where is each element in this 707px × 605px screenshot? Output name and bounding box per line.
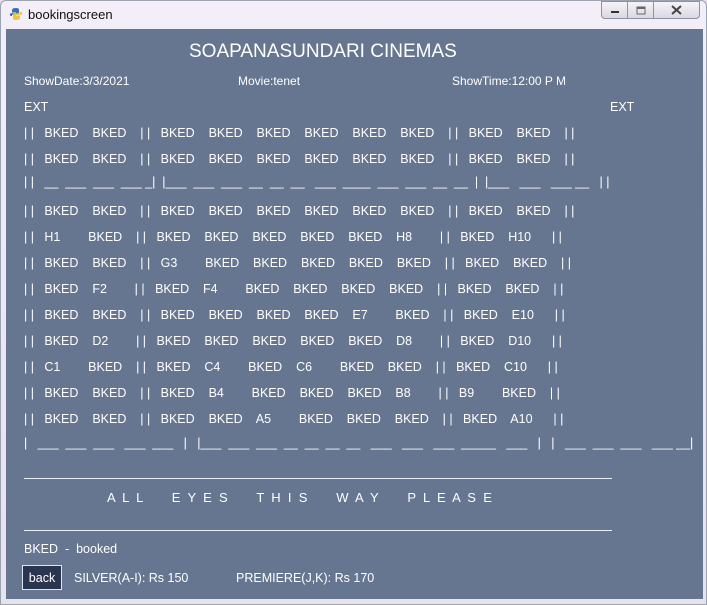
premiere-price: PREMIERE(J,K): Rs 170 [236, 571, 375, 585]
screen-divider-top [24, 478, 612, 479]
seat-row[interactable]: | | BKED BKED | | BKED B4 BKED BKED BKED… [24, 386, 560, 402]
seat-row[interactable]: | | H1 BKED | | BKED BKED BKED BKED BKED… [24, 230, 562, 246]
cinema-title: SOAPANASUNDARI CINEMAS [189, 41, 457, 62]
booking-window: bookingscreen SOAPANASUNDARI CINEMAS Sho… [0, 0, 707, 605]
aisle-row: | ___ ___ ___ ___ ___ | |___ ___ ___ __ … [24, 436, 694, 450]
back-button[interactable]: back [22, 565, 62, 590]
seat-row[interactable]: | | BKED BKED | | G3 BKED BKED BKED BKED… [24, 256, 571, 272]
screen-divider-bottom [24, 530, 612, 531]
seat-row[interactable]: | | BKED F2 | | BKED F4 BKED BKED BKED B… [24, 282, 563, 298]
show-date: ShowDate:3/3/2021 [24, 74, 130, 88]
seat-row[interactable]: | | BKED BKED | | BKED BKED BKED BKED BK… [24, 126, 574, 142]
title-bar[interactable]: bookingscreen [1, 1, 706, 29]
maximize-button[interactable] [627, 1, 654, 19]
booking-panel: SOAPANASUNDARI CINEMAS ShowDate:3/3/2021… [6, 29, 703, 599]
close-button[interactable] [653, 1, 700, 19]
movie-name: Movie:tenet [238, 74, 301, 88]
seat-row[interactable]: | | C1 BKED | | BKED C4 BKED C6 BKED BKE… [24, 360, 558, 376]
close-icon [671, 5, 682, 15]
aisle-row: | | __ ___ ___ ___ _| |___ ___ ___ __ __… [24, 175, 610, 189]
show-time: ShowTime:12:00 P M [452, 74, 567, 88]
silver-price: SILVER(A-I): Rs 150 [74, 571, 189, 585]
window-title: bookingscreen [28, 7, 113, 22]
python-app-icon [9, 8, 23, 20]
seat-row[interactable]: | | BKED BKED | | BKED BKED BKED BKED BK… [24, 204, 574, 220]
seat-row[interactable]: | | BKED BKED | | BKED BKED BKED BKED BK… [24, 152, 574, 168]
minimize-icon [610, 11, 619, 13]
booked-legend: BKED - booked [24, 542, 118, 556]
seat-row[interactable]: | | BKED BKED | | BKED BKED A5 BKED BKED… [24, 412, 563, 428]
exit-left-label: EXT [24, 100, 49, 114]
seat-row[interactable]: | | BKED D2 | | BKED BKED BKED BKED BKED… [24, 334, 562, 350]
minimize-button[interactable] [601, 1, 628, 19]
seat-row[interactable]: | | BKED BKED | | BKED BKED BKED BKED E7… [24, 308, 565, 324]
screen-slogan: A L L E Y E S T H I S W A Y P L E A S E [107, 490, 492, 505]
maximize-icon [636, 6, 645, 14]
exit-right-label: EXT [610, 100, 635, 114]
